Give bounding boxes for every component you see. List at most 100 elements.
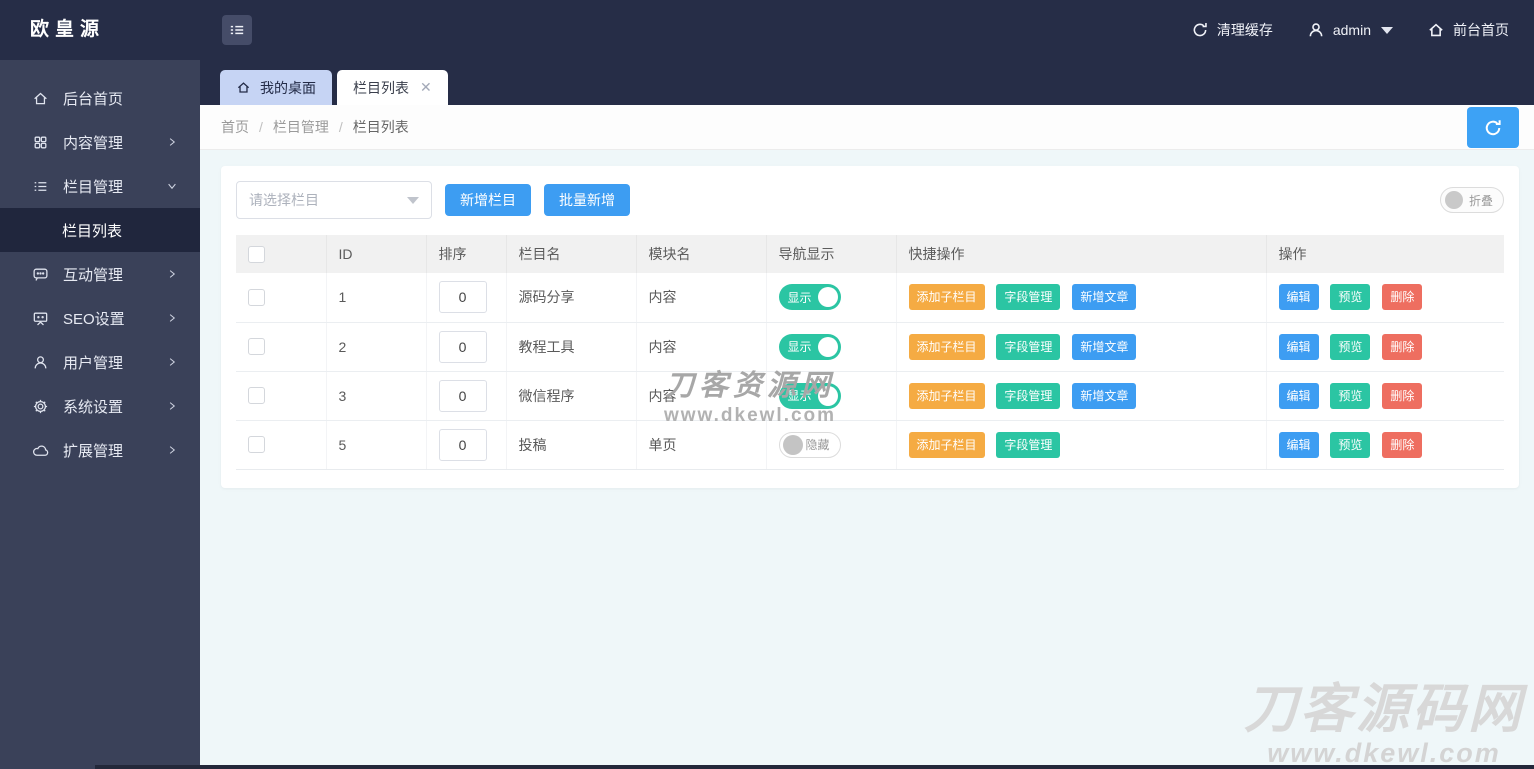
sidebar-item-seo[interactable]: SEO设置	[0, 296, 200, 340]
refresh-icon	[1191, 21, 1209, 39]
collapse-toggle[interactable]: 折叠	[1439, 187, 1504, 213]
main-area: 我的桌面 栏目列表 ✕ 首页 / 栏目管理 / 栏目列表 请选择栏目 新增栏目 …	[200, 60, 1534, 769]
column-select[interactable]: 请选择栏目	[236, 181, 432, 219]
row-checkbox[interactable]	[248, 289, 265, 307]
sidebar-collapse-button[interactable]	[222, 15, 252, 45]
sort-input[interactable]	[438, 428, 487, 461]
app-logo: 欧皇源	[30, 19, 106, 40]
breadcrumb-current: 栏目列表	[352, 119, 409, 135]
select-all-checkbox[interactable]	[248, 245, 265, 263]
delete-button[interactable]: 删除	[1382, 333, 1423, 360]
breadcrumb-separator: /	[259, 119, 263, 135]
breadcrumb: 首页 / 栏目管理 / 栏目列表	[200, 105, 1534, 150]
col-header-module: 模块名	[636, 235, 767, 273]
toggle-knob	[817, 385, 838, 406]
sort-input[interactable]	[438, 281, 487, 314]
edit-button[interactable]: 编辑	[1278, 333, 1319, 360]
row-checkbox[interactable]	[248, 387, 265, 405]
nav-display-toggle[interactable]: 显示	[778, 284, 841, 311]
nav-display-toggle[interactable]: 隐藏	[778, 431, 841, 458]
user-menu[interactable]: admin	[1307, 21, 1393, 39]
cell-module: 单页	[636, 420, 767, 470]
refresh-icon	[1483, 118, 1503, 138]
tab-label: 栏目列表	[353, 79, 409, 96]
user-icon	[1307, 21, 1325, 39]
row-checkbox[interactable]	[248, 436, 265, 454]
sidebar-item-label: 系统设置	[63, 398, 124, 416]
cell-module: 内容	[636, 322, 767, 372]
front-home-button[interactable]: 前台首页	[1427, 20, 1509, 40]
horizontal-scrollbar[interactable]	[95, 765, 1534, 769]
list-icon	[32, 178, 49, 195]
nav-display-toggle[interactable]: 显示	[778, 382, 841, 409]
board-icon	[32, 310, 49, 327]
col-header-nav: 导航显示	[766, 235, 897, 273]
preview-button[interactable]: 预览	[1330, 284, 1371, 311]
sidebar-item-columns[interactable]: 栏目管理	[0, 164, 200, 208]
delete-button[interactable]: 删除	[1382, 382, 1423, 409]
sort-input[interactable]	[438, 379, 487, 412]
delete-button[interactable]: 删除	[1382, 431, 1423, 458]
sidebar-item-content[interactable]: 内容管理	[0, 120, 200, 164]
edit-button[interactable]: 编辑	[1278, 284, 1319, 311]
sidebar-item-extensions[interactable]: 扩展管理	[0, 428, 200, 472]
tab-column-list[interactable]: 栏目列表 ✕	[337, 70, 448, 105]
delete-button[interactable]: 删除	[1382, 284, 1423, 311]
cell-name: 教程工具	[506, 322, 637, 372]
toggle-label: 显示	[787, 389, 812, 403]
tab-strip: 我的桌面 栏目列表 ✕	[200, 60, 1534, 105]
sidebar-subitem-column-list[interactable]: 栏目列表	[0, 208, 200, 252]
add-article-button[interactable]: 新增文章	[1072, 382, 1137, 409]
edit-button[interactable]: 编辑	[1278, 382, 1319, 409]
add-subcolumn-button[interactable]: 添加子栏目	[908, 333, 985, 360]
add-subcolumn-button[interactable]: 添加子栏目	[908, 382, 985, 409]
table-row: 2 教程工具 内容 显示 添加子栏目 字段管理 新增文章 编辑 预览	[236, 322, 1504, 372]
field-manage-button[interactable]: 字段管理	[996, 382, 1061, 409]
col-header-id: ID	[326, 235, 427, 273]
sidebar-item-label: SEO设置	[63, 310, 125, 328]
content-area: 请选择栏目 新增栏目 批量新增 折叠 ID 排序 栏目名 模块名 导航显示 快捷…	[200, 150, 1534, 769]
home-icon	[236, 80, 251, 95]
hamburger-icon	[228, 21, 246, 39]
tab-my-desktop[interactable]: 我的桌面	[220, 70, 332, 105]
edit-button[interactable]: 编辑	[1278, 431, 1319, 458]
cell-module: 内容	[636, 371, 767, 421]
preview-button[interactable]: 预览	[1330, 382, 1371, 409]
preview-button[interactable]: 预览	[1330, 431, 1371, 458]
column-table: ID 排序 栏目名 模块名 导航显示 快捷操作 操作 1 源码分享	[236, 235, 1504, 470]
preview-button[interactable]: 预览	[1330, 333, 1371, 360]
add-subcolumn-button[interactable]: 添加子栏目	[908, 431, 985, 458]
sidebar-item-settings[interactable]: 系统设置	[0, 384, 200, 428]
batch-add-button[interactable]: 批量新增	[544, 184, 630, 216]
refresh-page-button[interactable]	[1467, 107, 1519, 148]
close-icon[interactable]: ✕	[420, 79, 432, 96]
cell-id: 1	[326, 273, 427, 323]
breadcrumb-column-manage[interactable]: 栏目管理	[273, 117, 329, 137]
toggle-knob	[782, 434, 803, 455]
field-manage-button[interactable]: 字段管理	[996, 284, 1061, 311]
add-article-button[interactable]: 新增文章	[1072, 284, 1137, 311]
chevron-down-icon	[407, 196, 419, 204]
field-manage-button[interactable]: 字段管理	[996, 431, 1061, 458]
add-subcolumn-button[interactable]: 添加子栏目	[908, 284, 985, 311]
sort-input[interactable]	[438, 330, 487, 363]
username: admin	[1332, 22, 1371, 38]
chevron-right-icon	[166, 356, 178, 368]
sidebar: 后台首页 内容管理 栏目管理 栏目列表 互动管理 SEO设置 用户管理 系统设置…	[0, 60, 200, 769]
sidebar-item-interaction[interactable]: 互动管理	[0, 252, 200, 296]
sidebar-item-label: 互动管理	[63, 266, 124, 284]
sidebar-item-users[interactable]: 用户管理	[0, 340, 200, 384]
row-checkbox[interactable]	[248, 338, 265, 356]
add-column-button[interactable]: 新增栏目	[445, 184, 531, 216]
cell-name: 投稿	[506, 420, 637, 470]
nav-display-toggle[interactable]: 显示	[778, 333, 841, 360]
add-article-button[interactable]: 新增文章	[1072, 333, 1137, 360]
field-manage-button[interactable]: 字段管理	[996, 333, 1061, 360]
chevron-right-icon	[166, 444, 178, 456]
chevron-right-icon	[166, 312, 178, 324]
clear-cache-button[interactable]: 清理缓存	[1191, 20, 1273, 40]
sidebar-item-dashboard[interactable]: 后台首页	[0, 76, 200, 120]
breadcrumb-home[interactable]: 首页	[221, 117, 249, 137]
gear-icon	[32, 398, 49, 415]
toggle-knob	[817, 287, 838, 308]
